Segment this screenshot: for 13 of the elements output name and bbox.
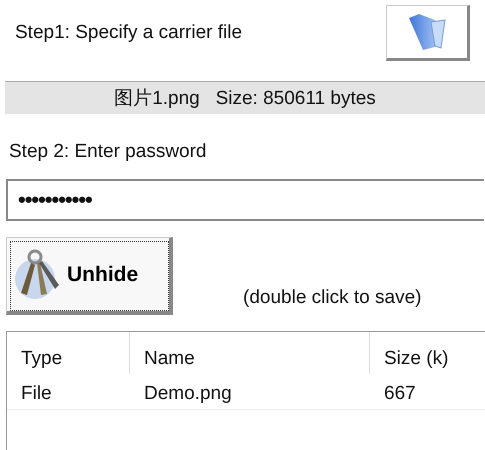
column-header[interactable]: Size (k)	[370, 332, 485, 374]
column-header[interactable]: Type	[7, 332, 130, 374]
open-file-button[interactable]	[386, 5, 470, 61]
step-label: Step 2: Enter password	[9, 141, 208, 163]
password-field[interactable]: •••••••••••	[6, 179, 484, 221]
file-info: 图片1.png Size: 850611 bytes	[114, 87, 376, 111]
unhide-button[interactable]: Unhide	[6, 237, 173, 315]
hint-text: (double click to save)	[243, 287, 422, 309]
column-header[interactable]: Name	[130, 332, 370, 374]
table-cell: File	[7, 374, 130, 410]
table-cell: Demo.png	[130, 374, 370, 410]
table-cell: 667	[370, 374, 485, 410]
step-label: Step1: Specify a carrier file	[15, 22, 242, 44]
